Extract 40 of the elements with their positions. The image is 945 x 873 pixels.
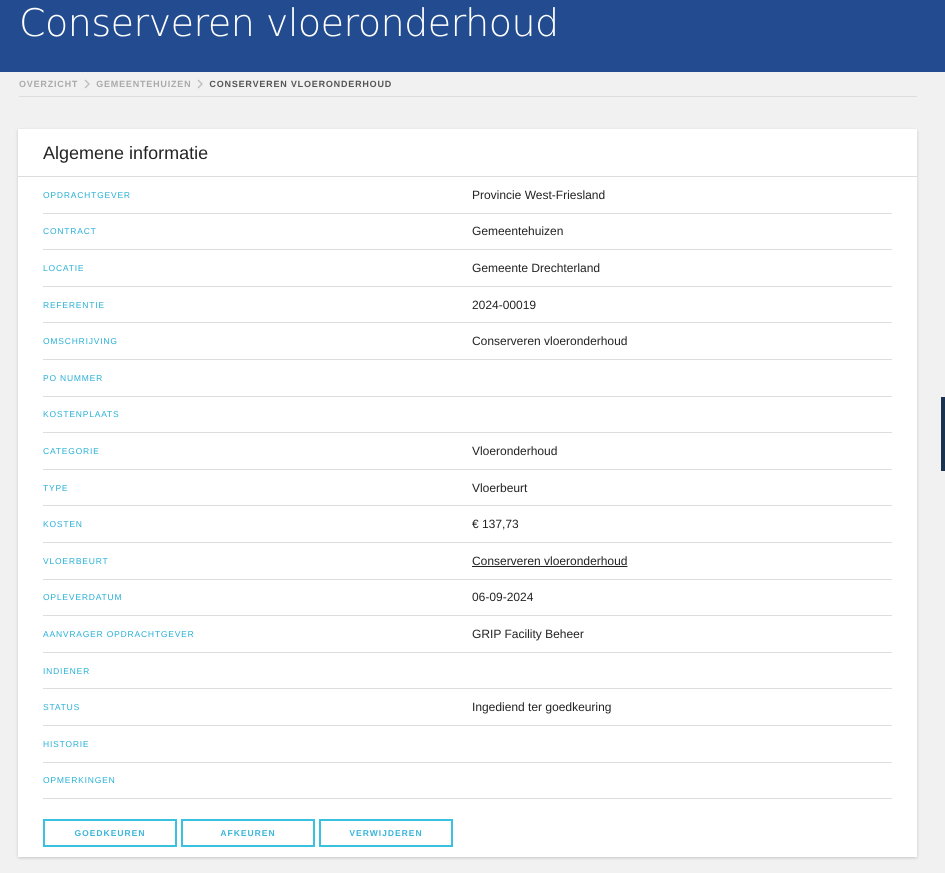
field-label: TYPE xyxy=(43,482,70,493)
chevron-icon xyxy=(84,79,90,89)
field-label: HISTORIE xyxy=(43,738,90,749)
field-value: Gemeentehuizen xyxy=(472,224,564,238)
field-value: 2024-00019 xyxy=(472,298,536,312)
side-tab[interactable] xyxy=(941,397,945,471)
field-label: INDIENER xyxy=(43,666,92,676)
card-title: Algemene informatie xyxy=(18,129,917,177)
field-value: Vloerbeurt xyxy=(472,480,528,495)
field-label: CONTRACT xyxy=(43,226,98,236)
field-label: KOSTENPLAATS xyxy=(43,409,121,420)
field-value: € 137,73 xyxy=(472,517,519,532)
field-label: KOSTEN xyxy=(43,519,84,530)
action-button[interactable]: VERWIJDEREN xyxy=(319,819,453,848)
chevron-icon xyxy=(197,79,204,89)
field-label: REFERENTIE xyxy=(43,300,106,310)
field-value: Gemeente Drechterland xyxy=(472,260,600,275)
field-label: VLOERBEURT xyxy=(43,556,110,566)
breadcrumb-link[interactable]: OVERZICHT xyxy=(19,79,78,89)
field-value: Ingediend ter goedkeuring xyxy=(472,700,612,714)
field-link[interactable]: Conserveren vloeronderhoud xyxy=(472,554,628,568)
page-title: Conserveren vloeronderhoud xyxy=(19,4,559,42)
field-value: Provincie West-Friesland xyxy=(472,188,606,202)
breadcrumb-link[interactable]: CONSERVEREN VLOERONDERHOUD xyxy=(209,79,392,89)
field-value: Conserveren vloeronderhoud xyxy=(472,334,628,348)
field-value: Vloeronderhoud xyxy=(472,444,558,458)
field-label: LOCATIE xyxy=(43,262,86,273)
field-label: STATUS xyxy=(43,702,82,712)
field-label: OMSCHRIJVING xyxy=(43,336,119,346)
field-label: PO NUMMER xyxy=(43,372,104,383)
field-label: OPDRACHTGEVER xyxy=(43,190,132,200)
field-value: 06-09-2024 xyxy=(472,590,534,604)
field-label: OPLEVERDATUM xyxy=(43,592,124,602)
breadcrumb-link[interactable]: GEMEENTEHUIZEN xyxy=(96,79,192,89)
field-label: AANVRAGER OPDRACHTGEVER xyxy=(43,628,196,639)
field-label: OPMERKINGEN xyxy=(43,775,117,786)
action-button[interactable]: GOEDKEUREN xyxy=(43,819,177,848)
field-value: GRIP Facility Beheer xyxy=(472,626,584,641)
action-button[interactable]: AFKEUREN xyxy=(181,819,315,848)
field-label: CATEGORIE xyxy=(43,446,101,456)
